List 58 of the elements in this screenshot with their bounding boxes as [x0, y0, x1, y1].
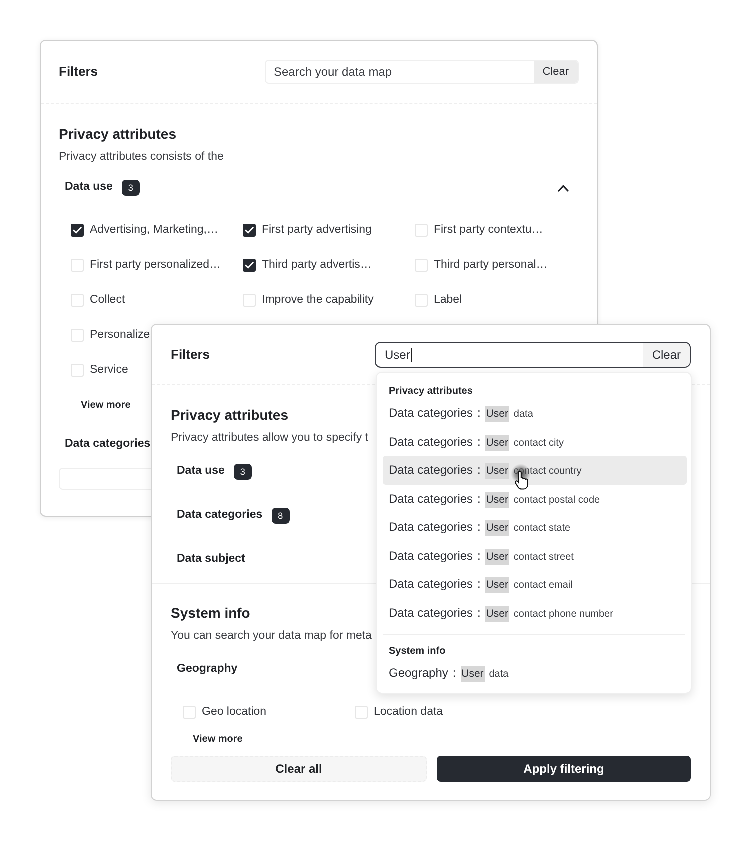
- view-more-link[interactable]: View more: [81, 398, 131, 413]
- section-title: Privacy attributes: [171, 406, 288, 425]
- view-more-link[interactable]: View more: [193, 732, 243, 746]
- checkbox[interactable]: [415, 294, 428, 307]
- filter-group-label[interactable]: Data use: [177, 463, 225, 481]
- filter-group-label[interactable]: Geography: [177, 661, 238, 679]
- option-label[interactable]: First party contextu…: [434, 222, 544, 240]
- filter-group-label[interactable]: Data use: [65, 179, 113, 197]
- checkbox[interactable]: [71, 364, 84, 377]
- count-badge: 3: [122, 180, 140, 196]
- option-label[interactable]: First party personalized…: [90, 256, 222, 274]
- dropdown-group-heading: System info: [388, 645, 447, 659]
- chevron-up-icon[interactable]: [558, 184, 569, 192]
- search-field[interactable]: User Clear: [375, 342, 691, 368]
- filter-group-label[interactable]: Data subject: [177, 551, 246, 569]
- checkbox[interactable]: [71, 294, 84, 307]
- checkmark-icon: [245, 227, 254, 234]
- panel-title: Filters: [59, 63, 98, 82]
- checkbox[interactable]: [415, 259, 428, 272]
- option-label[interactable]: Geo location: [202, 704, 267, 722]
- option-label[interactable]: First party advertising: [262, 222, 372, 240]
- checkbox[interactable]: [71, 259, 84, 272]
- secondary-button[interactable]: Clear all: [171, 756, 427, 782]
- section-description: Privacy attributes allow you to specify t: [171, 431, 368, 446]
- text-caret-icon: [411, 348, 412, 362]
- option-label[interactable]: Third party personal…: [434, 256, 548, 274]
- clear-button[interactable]: Clear: [643, 342, 690, 366]
- option-label[interactable]: Personalize: [90, 326, 150, 344]
- count-badge: 8: [272, 508, 290, 524]
- checkbox[interactable]: [183, 706, 196, 719]
- checkbox[interactable]: [243, 294, 256, 307]
- section-description: You can search your data map for meta: [171, 629, 372, 644]
- checkbox[interactable]: [415, 224, 428, 237]
- search-field[interactable]: Search your data map Clear: [265, 60, 579, 84]
- checkbox[interactable]: [243, 259, 256, 272]
- clear-button[interactable]: Clear: [534, 61, 578, 83]
- checkmark-icon: [73, 227, 82, 234]
- count-badge: 3: [234, 464, 252, 480]
- option-label[interactable]: Label: [434, 292, 462, 310]
- section-description: Privacy attributes consists of the: [59, 150, 224, 165]
- option-label[interactable]: Collect: [90, 292, 126, 310]
- option-label[interactable]: Service: [90, 362, 128, 380]
- checkbox[interactable]: [71, 224, 84, 237]
- filter-group-label[interactable]: Data categories: [177, 507, 263, 525]
- checkmark-icon: [245, 262, 254, 269]
- checkbox[interactable]: [71, 329, 84, 342]
- section-title: Privacy attributes: [59, 125, 176, 144]
- option-label[interactable]: Location data: [374, 704, 444, 722]
- option-label[interactable]: Improve the capability: [262, 292, 374, 310]
- dropdown-group-heading: Privacy attributes: [388, 385, 474, 399]
- section-title: System info: [171, 604, 250, 623]
- filter-group-label[interactable]: Data categories: [65, 436, 151, 454]
- panel-title: Filters: [171, 346, 210, 364]
- option-label[interactable]: Advertising, Marketing,…: [90, 222, 218, 240]
- primary-button[interactable]: Apply filtering: [437, 756, 691, 782]
- option-label[interactable]: Third party advertis…: [262, 256, 372, 274]
- checkbox[interactable]: [355, 706, 368, 719]
- checkbox[interactable]: [243, 224, 256, 237]
